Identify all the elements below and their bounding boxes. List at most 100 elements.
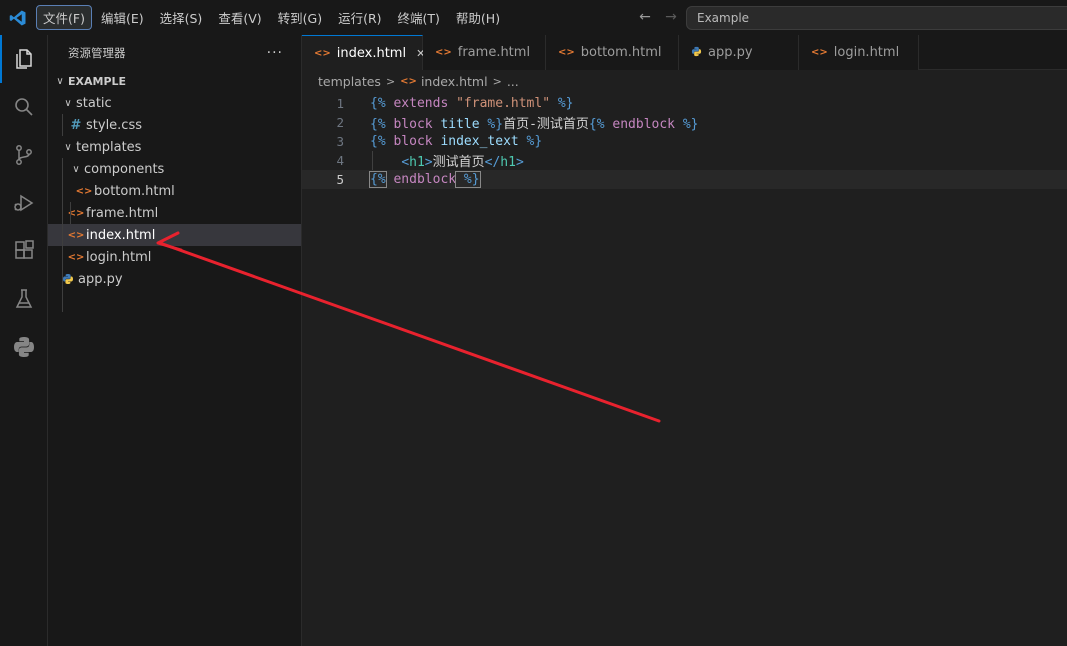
code-token-kw: extends: [385, 96, 457, 111]
line-number: 4: [336, 153, 344, 168]
search-icon[interactable]: [0, 83, 48, 131]
breadcrumb-item[interactable]: ...: [507, 74, 519, 89]
menu-item-3[interactable]: 查看(V): [211, 5, 268, 30]
css-file-icon: #: [70, 117, 82, 133]
html-file-icon: <>: [67, 229, 85, 241]
code-token-delim: %}: [518, 134, 543, 149]
tab-bottom-html[interactable]: <> bottom.html: [546, 35, 679, 70]
tab-label: login.html: [833, 45, 900, 60]
tab-app-py[interactable]: app.py: [679, 35, 799, 70]
chevron-down-icon: ∨: [64, 141, 72, 153]
html-file-icon: <>: [400, 75, 417, 87]
code-text: {% endblock %}: [369, 171, 481, 188]
chevron-down-icon: ∨: [72, 163, 80, 175]
tab-login-html[interactable]: <> login.html: [799, 35, 919, 70]
tab-label: index.html: [336, 45, 407, 61]
run-debug-icon[interactable]: [0, 179, 48, 227]
code-token-id: title: [440, 117, 480, 132]
breadcrumb-item[interactable]: templates: [318, 74, 381, 89]
editor-tabs: <> index.html ✕ <> frame.html <> bottom.html ap…: [302, 35, 1067, 70]
code-token-tag: </: [484, 155, 501, 170]
code-token-tagname: h1: [409, 155, 425, 170]
indent-guide-1: [62, 158, 63, 312]
menu-item-0[interactable]: 文件(F): [36, 5, 92, 30]
code-line: 2 {% block title %}首页-测试首页{% endblock %}: [302, 113, 1067, 132]
code-token-id: index_text: [440, 134, 519, 149]
tree-item-app-py[interactable]: app.py: [48, 268, 301, 290]
code-token-kw: endblock: [604, 117, 676, 132]
editor-area: <> index.html ✕ <> frame.html <> bottom.html ap…: [302, 35, 1067, 646]
tab-index-html[interactable]: <> index.html ✕: [302, 35, 425, 70]
python-icon[interactable]: [0, 323, 48, 371]
tree-item-static[interactable]: ∨ static: [48, 92, 301, 114]
html-file-icon: <>: [811, 47, 828, 58]
code-token-delim: {%: [370, 117, 386, 132]
chevron-down-icon: ∨: [64, 97, 72, 109]
workspace-root-label: EXAMPLE: [68, 74, 127, 88]
forward-arrow-icon[interactable]: →: [662, 9, 680, 25]
explorer-title: 资源管理器: [68, 45, 126, 60]
line-number: 2: [336, 115, 344, 130]
navigation-arrows: ← →: [636, 9, 680, 25]
html-file-icon: <>: [75, 185, 93, 197]
menu-item-2[interactable]: 选择(S): [153, 5, 210, 30]
tree-item-frame-html[interactable]: <> frame.html: [48, 202, 301, 224]
code-token-tag: >: [515, 155, 524, 170]
menu-item-1[interactable]: 编辑(E): [94, 5, 151, 30]
tree-item-label: index.html: [86, 227, 156, 243]
code-token-kw: endblock: [385, 172, 457, 187]
tree-item-index-html[interactable]: <> index.html: [48, 224, 301, 246]
code-text: {% extends "frame.html" %}: [370, 96, 574, 111]
tree-item-login-html[interactable]: <> login.html: [48, 246, 301, 268]
tab-label: app.py: [708, 45, 753, 60]
tree-item-label: frame.html: [86, 205, 159, 221]
explorer-icon[interactable]: [0, 35, 48, 83]
breadcrumb-item[interactable]: index.html: [421, 74, 488, 89]
title-bar: 文件(F) 编辑(E) 选择(S) 查看(V) 转到(G) 运行(R) 终端(T) 帮助(H)…: [0, 0, 1067, 35]
line-number: 3: [336, 134, 344, 149]
tree-item-components[interactable]: ∨ components: [48, 158, 301, 180]
tree-item-bottom-html[interactable]: <> bottom.html: [48, 180, 301, 202]
code-text: <h1>测试首页</h1>: [370, 151, 524, 170]
tree-item-templates[interactable]: ∨ templates: [48, 136, 301, 158]
line-number: 1: [336, 96, 344, 111]
chevron-right-icon: >: [492, 74, 502, 88]
source-control-icon[interactable]: [0, 131, 48, 179]
command-center-search[interactable]: Example: [686, 6, 1067, 30]
code-token-text: 首页-测试首页: [503, 117, 589, 132]
code-token-delim: {%: [370, 96, 386, 111]
tab-frame-html[interactable]: <> frame.html: [423, 35, 546, 70]
html-file-icon: <>: [67, 251, 85, 263]
indent-guide-0: [62, 114, 63, 136]
code-token-kw: block: [385, 117, 441, 132]
tree-item-label: components: [84, 161, 165, 177]
testing-icon[interactable]: [0, 275, 48, 323]
breadcrumb: templates > <> index.html >...: [302, 70, 1067, 92]
menu-item-4[interactable]: 转到(G): [271, 5, 329, 30]
extensions-icon[interactable]: [0, 227, 48, 275]
menu-item-6[interactable]: 终端(T): [391, 5, 447, 30]
code-token-delim: {%: [370, 134, 386, 149]
tree-item-style-css[interactable]: # style.css: [48, 114, 301, 136]
html-file-icon: <>: [558, 47, 575, 58]
tree-item-label: app.py: [78, 271, 123, 287]
menu-item-5[interactable]: 运行(R): [331, 5, 388, 30]
more-actions-icon[interactable]: ···: [267, 45, 283, 61]
code-line: 3 {% block index_text %}: [302, 132, 1067, 151]
vscode-logo-icon: [0, 0, 35, 35]
activity-bar: [0, 35, 48, 646]
tree-item-label: style.css: [86, 117, 142, 133]
tab-label: frame.html: [457, 45, 531, 60]
workspace-root[interactable]: ∨ EXAMPLE: [48, 70, 301, 92]
code-token-delim: %}: [675, 117, 699, 132]
tree-item-label: static: [76, 95, 112, 111]
code-token-delim: {%: [588, 117, 605, 132]
code-token-tagname: h1: [500, 155, 516, 170]
explorer-sidebar: 资源管理器 ··· ∨ EXAMPLE ∨ static # style.css ∨ te…: [48, 35, 302, 646]
chevron-down-icon: ∨: [56, 75, 64, 87]
code-editor[interactable]: 1 {% extends "frame.html" %} 2 {% block tit…: [302, 94, 1067, 189]
back-arrow-icon[interactable]: ←: [636, 9, 654, 25]
code-token-tag: >: [424, 155, 433, 170]
menu-item-7[interactable]: 帮助(H): [449, 5, 507, 30]
